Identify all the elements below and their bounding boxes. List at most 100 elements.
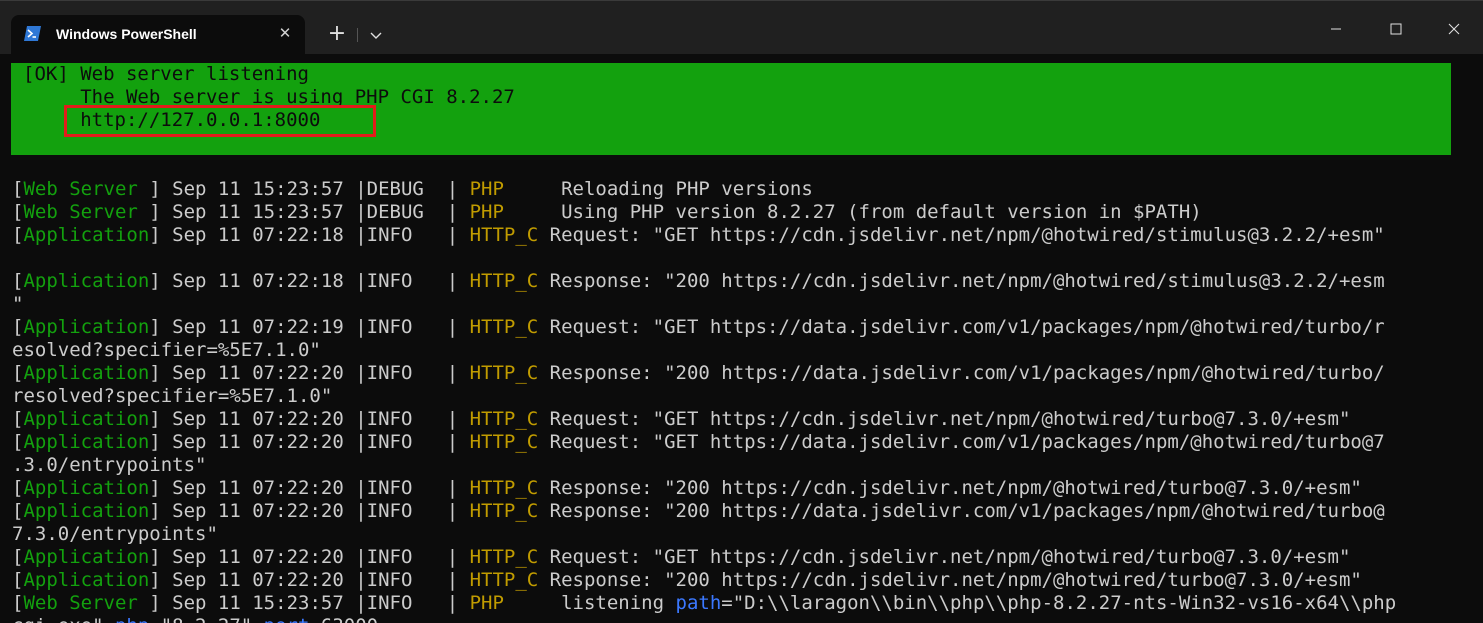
log-line: [Application] Sep 11 07:22:18 |INFO | HT… xyxy=(12,270,1385,293)
log-segment: ] Sep 11 07:22:20 |INFO | xyxy=(149,546,470,568)
minimize-icon xyxy=(1331,28,1341,30)
log-segment: HTTP_C xyxy=(469,270,539,292)
log-segment: Application xyxy=(23,431,150,453)
log-line: [Application] Sep 11 07:22:20 |INFO | HT… xyxy=(12,362,1385,385)
log-segment: ="D:\\laragon\\bin\\php\\php-8.2.27-nts-… xyxy=(721,592,1397,614)
log-segment: HTTP_C xyxy=(469,546,539,568)
log-segment: [ xyxy=(12,178,24,200)
close-tab-icon[interactable]: ✕ xyxy=(275,23,295,43)
log-segment: Response: "200 https://cdn.jsdelivr.net/… xyxy=(538,569,1362,591)
log-line: " xyxy=(12,293,23,316)
log-segment: Web Server xyxy=(23,178,150,200)
log-segment: HTTP_C xyxy=(469,362,539,384)
log-segment: ] Sep 11 07:22:20 |INFO | xyxy=(149,500,470,522)
log-segment: =63000 xyxy=(309,615,378,623)
log-segment: HTTP_C xyxy=(469,431,539,453)
log-line: cgi.exe" php="8.2.27" port=63000 xyxy=(12,615,378,623)
log-segment: cgi.exe" xyxy=(12,615,115,623)
log-line: [Application] Sep 11 07:22:20 |INFO | HT… xyxy=(12,546,1350,569)
log-segment: HTTP_C xyxy=(469,408,539,430)
log-segment: .3.0/entrypoints" xyxy=(12,454,207,476)
log-segment: [ xyxy=(12,316,24,338)
terminal-output[interactable]: [OK] Web server listening The Web server… xyxy=(0,54,1483,623)
tab-title: Windows PowerShell xyxy=(56,26,197,42)
log-line: esolved?specifier=%5E7.1.0" xyxy=(12,339,321,362)
maximize-button[interactable] xyxy=(1373,13,1419,45)
log-line: 7.3.0/entrypoints" xyxy=(12,523,218,546)
close-icon xyxy=(1448,23,1460,35)
banner-status-line: [OK] Web server listening xyxy=(23,63,309,85)
log-segment: ] Sep 11 07:22:20 |INFO | xyxy=(149,362,470,384)
tab-windows-powershell[interactable]: Windows PowerShell ✕ xyxy=(11,15,305,55)
log-segment: Application xyxy=(23,500,150,522)
log-segment: ] Sep 11 07:22:19 |INFO | xyxy=(149,316,470,338)
log-segment: Web Server xyxy=(23,201,150,223)
log-segment: ] Sep 11 07:22:20 |INFO | xyxy=(149,569,470,591)
log-segment: [ xyxy=(12,270,24,292)
log-segment: listening xyxy=(549,592,676,614)
log-segment: resolved?specifier=%5E7.1.0" xyxy=(12,385,333,407)
log-segment: 7.3.0/entrypoints" xyxy=(12,523,218,545)
log-segment: ="8.2.27" xyxy=(149,615,263,623)
log-segment: path xyxy=(675,592,722,614)
log-segment: Application xyxy=(23,362,150,384)
log-segment: HTTP_C xyxy=(469,477,539,499)
url-highlight-box xyxy=(64,105,376,137)
title-bar[interactable]: Windows PowerShell ✕ + xyxy=(0,0,1483,55)
log-segment: Reloading PHP versions xyxy=(549,178,813,200)
log-segment: ] Sep 11 07:22:20 |INFO | xyxy=(149,477,470,499)
tab-dropdown-button[interactable] xyxy=(358,21,394,49)
log-segment: PHP xyxy=(469,201,550,223)
log-segment: Application xyxy=(23,477,150,499)
log-segment: [ xyxy=(12,224,24,246)
log-segment: Request: "GET https://cdn.jsdelivr.net/n… xyxy=(538,224,1385,246)
log-segment: Request: "GET https://data.jsdelivr.com/… xyxy=(538,431,1385,453)
log-segment: ] Sep 11 07:22:18 |INFO | xyxy=(149,270,470,292)
log-segment: [ xyxy=(12,592,24,614)
log-segment: Application xyxy=(23,408,150,430)
log-line: [Application] Sep 11 07:22:20 |INFO | HT… xyxy=(12,500,1385,523)
log-line: [Application] Sep 11 07:22:20 |INFO | HT… xyxy=(12,408,1350,431)
log-segment: Request: "GET https://data.jsdelivr.com/… xyxy=(538,316,1385,338)
minimize-button[interactable] xyxy=(1313,13,1359,45)
log-line: [Application] Sep 11 07:22:20 |INFO | HT… xyxy=(12,431,1385,454)
log-line: .3.0/entrypoints" xyxy=(12,454,206,477)
log-segment: port xyxy=(264,615,310,623)
log-segment: HTTP_C xyxy=(469,316,539,338)
log-segment: ] Sep 11 07:22:20 |INFO | xyxy=(149,431,470,453)
log-line: [Application] Sep 11 07:22:20 |INFO | HT… xyxy=(12,477,1362,500)
log-line: [Application] Sep 11 07:22:18 |INFO | HT… xyxy=(12,224,1385,247)
log-segment: Using PHP version 8.2.27 (from default v… xyxy=(549,201,1202,223)
log-segment: " xyxy=(12,293,24,315)
log-segment: Response: "200 https://data.jsdelivr.com… xyxy=(538,362,1385,384)
log-segment: ] Sep 11 07:22:18 |INFO | xyxy=(149,224,470,246)
terminal-window: Windows PowerShell ✕ + [OK] Web server l… xyxy=(0,0,1483,623)
log-segment: HTTP_C xyxy=(469,224,539,246)
log-segment: ] Sep 11 15:23:57 |DEBUG | xyxy=(149,178,470,200)
log-line: [Web Server ] Sep 11 15:23:57 |INFO | PH… xyxy=(12,592,1396,615)
log-segment: [ xyxy=(12,546,24,568)
log-segment: [ xyxy=(12,408,24,430)
log-segment: Response: "200 https://cdn.jsdelivr.net/… xyxy=(538,270,1385,292)
log-line: resolved?specifier=%5E7.1.0" xyxy=(12,385,332,408)
log-segment: esolved?specifier=%5E7.1.0" xyxy=(12,339,321,361)
log-segment: HTTP_C xyxy=(469,569,539,591)
log-line: [Application] Sep 11 07:22:20 |INFO | HT… xyxy=(12,569,1362,592)
log-segment: Application xyxy=(23,316,150,338)
log-segment: ] Sep 11 07:22:20 |INFO | xyxy=(149,408,470,430)
log-segment: [ xyxy=(12,362,24,384)
maximize-icon xyxy=(1390,23,1402,35)
close-window-button[interactable] xyxy=(1431,13,1477,45)
new-tab-button[interactable]: + xyxy=(318,21,356,49)
log-segment: ] Sep 11 15:23:57 |INFO | xyxy=(149,592,470,614)
log-segment: [ xyxy=(12,477,24,499)
log-segment: HTTP_C xyxy=(469,500,539,522)
scrollbar[interactable] xyxy=(1473,54,1483,623)
log-line: [Web Server ] Sep 11 15:23:57 |DEBUG | P… xyxy=(12,201,1202,224)
log-segment: Application xyxy=(23,569,150,591)
log-segment: ] Sep 11 15:23:57 |DEBUG | xyxy=(149,201,470,223)
chevron-down-icon xyxy=(370,32,382,39)
log-segment: PHP xyxy=(469,178,550,200)
log-segment: [ xyxy=(12,431,24,453)
log-line: [Application] Sep 11 07:22:19 |INFO | HT… xyxy=(12,316,1385,339)
